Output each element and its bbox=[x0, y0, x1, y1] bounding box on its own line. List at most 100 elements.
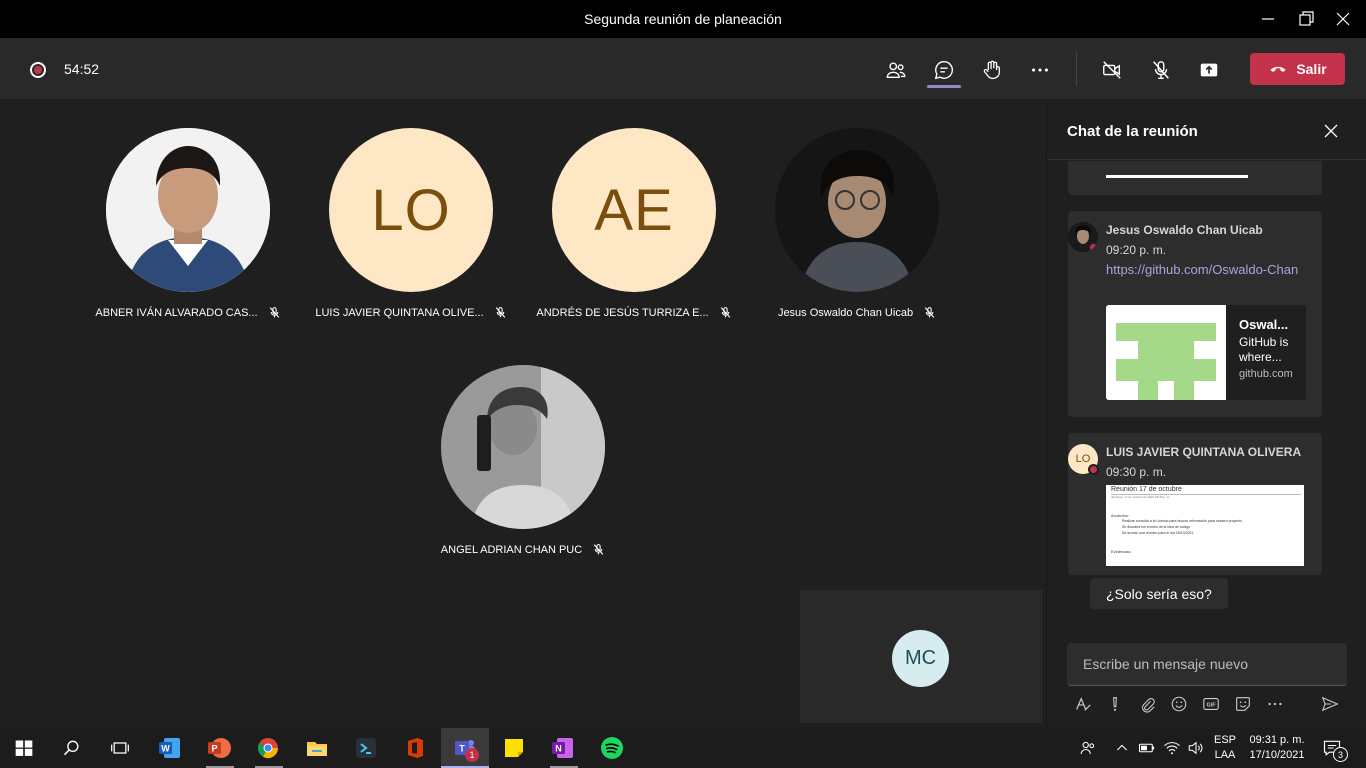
word-icon[interactable]: W bbox=[158, 736, 182, 760]
windows-taskbar: W P T 1 N ESP LAA 09:31 p. m. 17/10/2021… bbox=[0, 728, 1366, 768]
office-icon[interactable] bbox=[403, 736, 427, 760]
participant-name: ANGEL ADRIAN CHAN PUC bbox=[440, 543, 583, 556]
file-explorer-icon[interactable] bbox=[305, 736, 329, 760]
restore-icon[interactable] bbox=[1296, 9, 1316, 29]
send-icon[interactable] bbox=[1320, 694, 1340, 714]
participant-name-row: ABNER IVÁN ALVARADO CAS... bbox=[88, 306, 288, 319]
message-time: 09:20 p. m. bbox=[1106, 243, 1167, 257]
chat-icon[interactable] bbox=[930, 56, 958, 84]
chat-title: Chat de la reunión bbox=[1067, 123, 1198, 140]
leave-button[interactable]: Salir bbox=[1250, 53, 1345, 85]
participants-icon[interactable] bbox=[882, 56, 910, 84]
svg-text:GIF: GIF bbox=[1207, 702, 1217, 708]
doc-bullet: Realizar consulta a la Unimod para busca… bbox=[1122, 519, 1243, 523]
participant-avatar-initials: AE bbox=[552, 128, 716, 292]
svg-text:W: W bbox=[161, 744, 170, 754]
emoji-icon[interactable] bbox=[1169, 694, 1189, 714]
link-preview-card[interactable]: Oswal... GitHub is where... github.com bbox=[1106, 305, 1306, 400]
participant-photo bbox=[106, 128, 270, 292]
participant-photo bbox=[775, 128, 939, 292]
participant-name-row: LUIS JAVIER QUINTANA OLIVE... bbox=[311, 306, 511, 319]
message-input[interactable] bbox=[1083, 656, 1333, 672]
status-busy-icon bbox=[1088, 242, 1098, 252]
self-view-tile[interactable]: MC bbox=[800, 590, 1042, 723]
sticker-icon[interactable] bbox=[1233, 694, 1253, 714]
doc-subtitle: domingo, 17 de octubre de 2021 09:15 p. … bbox=[1111, 495, 1171, 499]
important-icon[interactable] bbox=[1105, 694, 1125, 714]
doc-bullet: Se acordó una reunión para el día 18/10/… bbox=[1122, 531, 1194, 535]
share-screen-icon[interactable] bbox=[1195, 56, 1223, 84]
search-icon[interactable] bbox=[60, 736, 84, 760]
meeting-chat-panel: Chat de la reunión Jesus Oswaldo Chan Ui… bbox=[1046, 101, 1366, 728]
sender-avatar: LO bbox=[1068, 444, 1099, 475]
participant-name-row: ANDRÉS DE JESÚS TURRIZA E... bbox=[534, 306, 734, 319]
meeting-controls-bar: 54:52 Salir bbox=[0, 38, 1366, 100]
clock-time: 09:31 p. m. bbox=[1249, 734, 1305, 746]
sender-avatar bbox=[1068, 222, 1098, 252]
chevron-up-icon[interactable] bbox=[1110, 736, 1134, 760]
chat-message-bubble: ¿Solo sería eso? bbox=[1090, 578, 1228, 609]
powerpoint-icon[interactable]: P bbox=[207, 736, 231, 760]
language-code: ESP bbox=[1213, 734, 1236, 746]
window-title: Segunda reunión de planeación bbox=[584, 11, 782, 27]
people-icon[interactable] bbox=[1076, 736, 1100, 760]
message-sender: Jesus Oswaldo Chan Uicab bbox=[1106, 223, 1263, 237]
battery-icon[interactable] bbox=[1135, 736, 1159, 760]
message-link[interactable]: https://github.com/Oswaldo-Chan bbox=[1106, 260, 1306, 279]
teams-notification-badge: 1 bbox=[465, 748, 479, 762]
close-window-icon[interactable] bbox=[1333, 9, 1353, 29]
volume-icon[interactable] bbox=[1184, 736, 1208, 760]
svg-text:N: N bbox=[555, 744, 562, 754]
mic-muted-icon bbox=[495, 307, 505, 318]
clock-date: 17/10/2021 bbox=[1249, 749, 1305, 761]
participant-tile[interactable]: Jesus Oswaldo Chan Uicab bbox=[757, 128, 957, 319]
chrome-icon[interactable] bbox=[256, 736, 280, 760]
windows-start-icon[interactable] bbox=[12, 736, 36, 760]
status-busy-icon bbox=[1088, 464, 1099, 475]
participant-name-row: Jesus Oswaldo Chan Uicab bbox=[757, 306, 957, 319]
toolbar-separator bbox=[1076, 52, 1077, 86]
sticky-notes-icon[interactable] bbox=[502, 736, 526, 760]
doc-title: Reunión 17 de octubre bbox=[1111, 486, 1182, 493]
clock[interactable]: 09:31 p. m. 17/10/2021 bbox=[1244, 733, 1310, 763]
onenote-icon[interactable]: N bbox=[551, 736, 575, 760]
phone-hangup-icon bbox=[1270, 66, 1286, 72]
more-options-icon[interactable] bbox=[1026, 56, 1054, 84]
chat-message-card bbox=[1068, 161, 1322, 195]
terminal-app-icon[interactable] bbox=[354, 736, 378, 760]
raise-hand-icon[interactable] bbox=[978, 56, 1006, 84]
task-view-icon[interactable] bbox=[108, 736, 132, 760]
more-compose-options-icon[interactable] bbox=[1265, 694, 1285, 714]
camera-off-icon[interactable] bbox=[1098, 56, 1126, 84]
meeting-timer: 54:52 bbox=[64, 61, 100, 77]
message-text: ¿Solo sería eso? bbox=[1106, 585, 1212, 602]
wifi-icon[interactable] bbox=[1160, 736, 1184, 760]
message-sender: LUIS JAVIER QUINTANA OLIVERA bbox=[1106, 445, 1302, 459]
participant-name: LUIS JAVIER QUINTANA OLIVE... bbox=[315, 306, 484, 319]
minimize-icon[interactable] bbox=[1258, 9, 1278, 29]
participant-tile[interactable]: AE ANDRÉS DE JESÚS TURRIZA E... bbox=[534, 128, 734, 319]
spotify-icon[interactable] bbox=[600, 736, 624, 760]
language-indicator[interactable]: ESP LAA bbox=[1210, 733, 1240, 763]
shared-document-image[interactable]: Reunión 17 de octubre domingo, 17 de oct… bbox=[1106, 485, 1304, 566]
notification-count-badge: 3 bbox=[1333, 747, 1348, 762]
message-time: 09:30 p. m. bbox=[1106, 465, 1167, 479]
participant-tile[interactable]: LO LUIS JAVIER QUINTANA OLIVE... bbox=[311, 128, 511, 319]
keyboard-layout: LAA bbox=[1214, 749, 1236, 761]
mic-muted-icon bbox=[593, 544, 604, 555]
chat-header: Chat de la reunión bbox=[1047, 101, 1366, 160]
participant-photo bbox=[441, 365, 605, 529]
mic-off-icon[interactable] bbox=[1147, 56, 1175, 84]
participant-tile[interactable]: ANGEL ADRIAN CHAN PUC bbox=[423, 365, 623, 556]
close-chat-icon[interactable] bbox=[1323, 123, 1339, 139]
gif-icon[interactable]: GIF bbox=[1201, 694, 1221, 714]
compose-box[interactable] bbox=[1067, 643, 1347, 686]
preview-title: Oswal... bbox=[1239, 317, 1289, 332]
doc-bullet: Se discutirá los errores de la idea de c… bbox=[1122, 525, 1191, 529]
attach-icon[interactable] bbox=[1137, 694, 1157, 714]
message-preview-edge bbox=[1106, 175, 1248, 178]
participant-tile[interactable]: ABNER IVÁN ALVARADO CAS... bbox=[88, 128, 288, 319]
format-icon[interactable] bbox=[1073, 694, 1093, 714]
preview-description: GitHub is where... bbox=[1239, 335, 1289, 364]
svg-text:P: P bbox=[211, 744, 217, 754]
